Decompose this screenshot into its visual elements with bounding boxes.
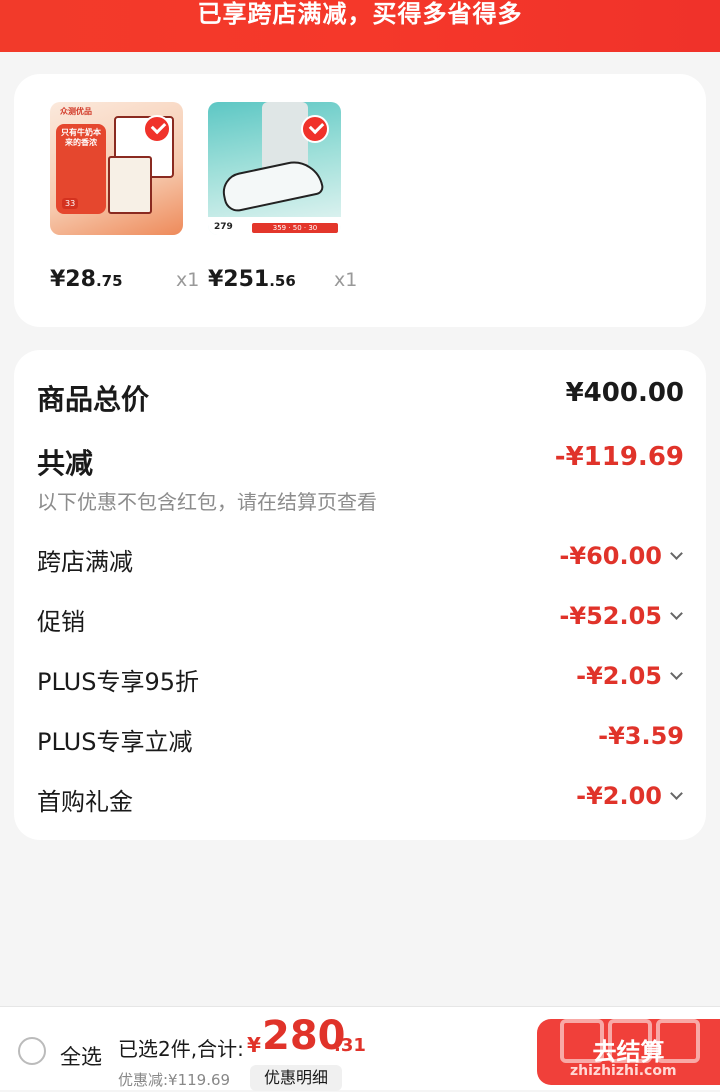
discount-label: PLUS专享立减 [37,728,193,756]
watermark-glyph [560,1019,604,1063]
product-quantity: x1 [334,269,358,291]
total-reduce-label: 共减 [37,447,94,480]
chevron-down-icon[interactable] [670,667,683,680]
price-integer: ¥251 [208,267,270,292]
thumb-label: 只有牛奶本来的香浓 [61,128,101,147]
discount-label: 跨店满减 [37,548,133,576]
watermark-logo [560,1015,718,1067]
chevron-down-icon[interactable] [670,547,683,560]
product-card: 众测优品 只有牛奶本来的香浓 33 ¥28.75 x1 279 359 · 50… [14,74,706,327]
thumb-badge: 33 [62,198,79,209]
total-currency: ¥ [247,1033,261,1057]
chevron-down-icon[interactable] [670,607,683,620]
discount-value: -¥52.05 [559,602,662,630]
promo-banner-text: 已享跨店满减，买得多省得多 [197,0,523,28]
discount-value: -¥2.00 [576,782,662,810]
selected-count-text: 已选2件,合计: [118,1037,244,1061]
product-item-shoe[interactable]: 279 359 · 50 · 30 ¥251.56 x1 [208,102,358,297]
watermark-site: zhizhizhi.com [570,1063,677,1079]
price-summary-card: 商品总价 ¥400.00 共减 -¥119.69 以下优惠不包含红包，请在结算页… [14,350,706,840]
check-icon[interactable] [301,115,329,143]
price-integer: ¥28 [50,267,96,292]
total-price-value: ¥400.00 [565,378,684,408]
watermark-glyph [608,1019,652,1063]
price-decimal: .56 [269,272,296,290]
price-row: ¥251.56 x1 [208,267,358,297]
total-reduce-value: -¥119.69 [554,442,684,472]
chevron-down-icon[interactable] [670,787,683,800]
total-amount-integer: 280 [262,1013,346,1059]
select-all-label[interactable]: 全选 [60,1041,102,1071]
discount-label: 促销 [37,608,85,636]
thumb-tag: 众测优品 [60,107,92,116]
discount-label: 首购礼金 [37,788,133,816]
total-amount-decimal: .31 [334,1035,366,1056]
product-item-milk[interactable]: 众测优品 只有牛奶本来的香浓 33 ¥28.75 x1 [50,102,200,297]
reduce-note: 以下优惠不包含红包，请在结算页查看 [37,490,377,514]
discount-detail-button[interactable]: 优惠明细 [250,1065,342,1091]
product-thumbnail[interactable]: 众测优品 只有牛奶本来的香浓 33 [50,102,183,235]
discount-summary: 优惠减:¥119.69 [118,1071,231,1089]
thumb-tag: 279 [214,222,233,232]
price-row: ¥28.75 x1 [50,267,200,297]
discount-value: -¥2.05 [576,662,662,690]
shoe-image [219,156,325,214]
total-price-label: 商品总价 [37,383,150,416]
price-decimal: .75 [95,272,123,290]
checkout-bar: 全选 已选2件,合计: ¥ 280 .31 优惠减:¥119.69 优惠明细 去… [0,1006,720,1091]
select-all-checkbox[interactable] [18,1037,46,1065]
discount-value: -¥3.59 [598,722,684,750]
check-icon[interactable] [143,115,171,143]
product-thumbnail[interactable]: 279 359 · 50 · 30 [208,102,341,235]
discount-label: PLUS专享95折 [37,668,199,696]
thumb-price-strip: 359 · 50 · 30 [252,223,338,233]
watermark-glyph [656,1019,700,1063]
product-quantity: x1 [176,269,200,291]
product-price: ¥251.56 [208,267,296,292]
promo-banner: 已享跨店满减，买得多省得多 [0,0,720,52]
milk-carton-image [108,156,152,214]
discount-value: -¥60.00 [559,542,662,570]
product-price: ¥28.75 [50,267,123,292]
